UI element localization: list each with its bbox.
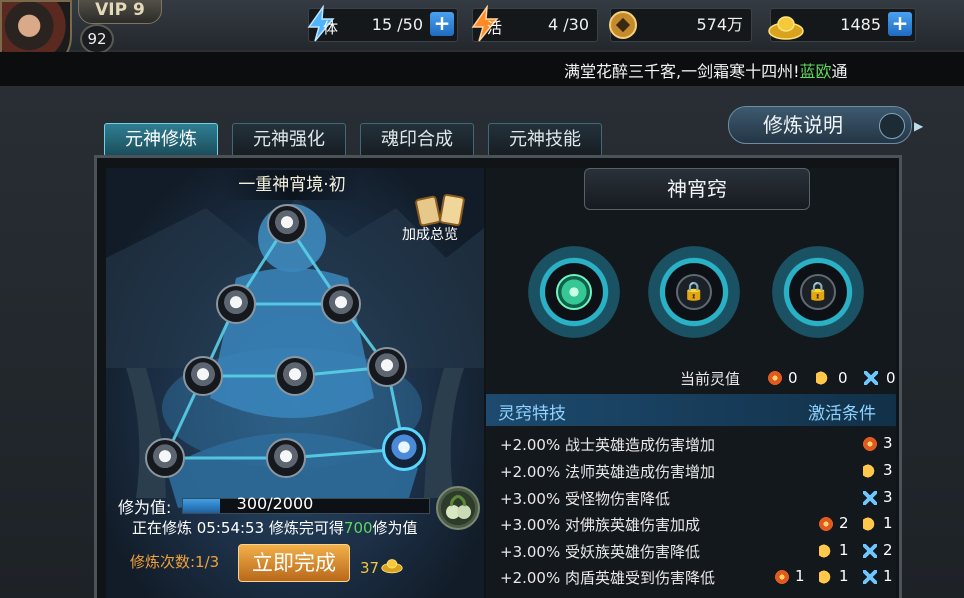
ingots-resource: 1485 + xyxy=(768,8,916,42)
add-stamina-button[interactable]: + xyxy=(430,12,454,36)
vigor-resource: 活 4 /30 xyxy=(471,5,598,42)
announcement-text: 满堂花醉三千客,一剑霜寒十四州!蓝欧通 xyxy=(564,58,848,82)
ingots-value: 1485 xyxy=(840,15,881,34)
acupoint-slot[interactable] xyxy=(528,246,620,338)
meridian-node[interactable] xyxy=(145,438,185,478)
fire-spirit-icon xyxy=(863,437,877,451)
stamina-value: 15 /50 xyxy=(371,15,423,34)
moon-spirit-icon xyxy=(819,544,833,558)
play-arrow-icon: ▶ xyxy=(879,113,923,139)
acupoint-title: 神宵窍 xyxy=(584,168,810,210)
bonus-overview-link[interactable]: 加成总览 xyxy=(402,224,458,244)
player-level-badge: 92 xyxy=(80,24,114,54)
status-suffix: 修为值 xyxy=(372,519,418,537)
gold-ingot-icon xyxy=(381,559,403,574)
stamina-resource: 体 15 /50 + xyxy=(307,5,458,42)
meridian-node[interactable] xyxy=(183,356,223,396)
fire-spirit-icon xyxy=(819,517,833,531)
skill-row: +3.00% 受怪物伤害降低 xyxy=(500,490,670,508)
condition-count: 3 xyxy=(883,434,893,452)
skill-row: +2.00% 肉盾英雄受到伤害降低 xyxy=(500,569,715,587)
vip-badge[interactable]: VIP 9 xyxy=(78,0,162,24)
vigor-value: 4 /30 xyxy=(547,15,589,34)
meridian-node[interactable] xyxy=(216,284,256,324)
coins-resource: 574万 xyxy=(609,8,752,42)
condition-count: 1 xyxy=(795,567,805,585)
skills-header-label: 灵窍特技 xyxy=(498,404,566,424)
status-prefix: 正在修炼 05:54:53 修炼完可得 xyxy=(132,519,344,537)
fire-spirit-count: 0 xyxy=(788,369,798,387)
skill-row: +3.00% 对佛族英雄伤害加成 xyxy=(500,516,700,534)
announcement-marquee: 满堂花醉三千客,一剑霜寒十四州!蓝欧通 xyxy=(0,52,964,86)
star-spirit-icon xyxy=(863,544,877,558)
skill-row: +3.00% 受妖族英雄伤害降低 xyxy=(500,543,700,561)
fruit-item-button[interactable] xyxy=(436,486,480,530)
vigor-label: 活 xyxy=(487,19,503,37)
tab-enhance[interactable]: 元神强化 xyxy=(232,123,346,157)
condition-count: 1 xyxy=(883,514,893,532)
meridian-node-active[interactable] xyxy=(382,427,426,471)
complete-now-button[interactable]: 立即完成 xyxy=(238,544,350,582)
lock-icon: 🔒 xyxy=(800,274,836,310)
status-amount: 700 xyxy=(343,519,373,537)
fire-spirit-icon xyxy=(775,570,789,584)
star-spirit-count: 0 xyxy=(886,369,896,387)
coins-value: 574万 xyxy=(696,15,743,34)
moon-spirit-icon xyxy=(863,464,877,478)
cultivation-status: 正在修炼 05:54:53 修炼完可得700修为值 xyxy=(132,517,418,538)
skill-row: +2.00% 战士英雄造成伤害增加 xyxy=(500,436,715,454)
conditions-header-label: 激活条件 xyxy=(808,404,876,424)
condition-count: 1 xyxy=(883,567,893,585)
complete-cost: 37 xyxy=(360,559,380,577)
fire-spirit-icon xyxy=(768,371,782,385)
announcement-message: 满堂花醉三千客,一剑霜寒十四州! xyxy=(564,62,800,81)
realm-title: 一重神宵境·初 xyxy=(222,170,362,200)
star-spirit-icon xyxy=(863,570,877,584)
moon-spirit-count: 0 xyxy=(838,369,848,387)
star-spirit-icon xyxy=(864,371,878,385)
fruit-icon xyxy=(446,494,471,519)
cultivation-value: 300/2000 xyxy=(236,494,314,513)
help-button-label: 修炼说明 xyxy=(763,113,843,137)
meridian-node[interactable] xyxy=(267,204,307,244)
moon-spirit-icon xyxy=(819,570,833,584)
moon-spirit-icon xyxy=(816,371,830,385)
tab-cultivation[interactable]: 元神修炼 xyxy=(104,123,218,157)
tab-spirit-skills[interactable]: 元神技能 xyxy=(488,123,602,157)
star-spirit-icon xyxy=(863,491,877,505)
cultivation-label: 修为值: xyxy=(118,498,172,517)
meridian-node[interactable] xyxy=(266,438,306,478)
condition-count: 2 xyxy=(883,541,893,559)
lock-icon: 🔒 xyxy=(676,274,712,310)
scroll-icon[interactable] xyxy=(412,192,472,228)
meridian-node[interactable] xyxy=(367,347,407,387)
cultivation-count: 修炼次数:1/3 xyxy=(130,553,220,571)
acupoint-slot-locked[interactable]: 🔒 xyxy=(648,246,740,338)
cultivation-help-button[interactable]: 修炼说明 ▶ xyxy=(728,106,923,144)
skill-row: +2.00% 法师英雄造成伤害增加 xyxy=(500,463,715,481)
current-spirit-label: 当前灵值 xyxy=(680,370,741,388)
condition-count: 3 xyxy=(883,488,893,506)
condition-count: 1 xyxy=(839,567,849,585)
add-ingots-button[interactable]: + xyxy=(888,12,912,36)
meridian-node[interactable] xyxy=(275,356,315,396)
stamina-label: 体 xyxy=(323,19,339,37)
meridian-node[interactable] xyxy=(321,284,361,324)
copper-coin-icon xyxy=(609,11,637,39)
tab-seal-synthesis[interactable]: 魂印合成 xyxy=(360,123,474,157)
moon-spirit-icon xyxy=(863,517,877,531)
acupoint-slot-locked[interactable]: 🔒 xyxy=(772,246,864,338)
announcement-player-name: 蓝欧 xyxy=(799,62,832,81)
announcement-tail: 通 xyxy=(831,62,848,81)
jade-gem-icon xyxy=(556,274,592,310)
condition-count: 2 xyxy=(839,514,849,532)
gold-ingot-icon xyxy=(768,16,804,40)
condition-count: 1 xyxy=(839,541,849,559)
condition-count: 3 xyxy=(883,461,893,479)
